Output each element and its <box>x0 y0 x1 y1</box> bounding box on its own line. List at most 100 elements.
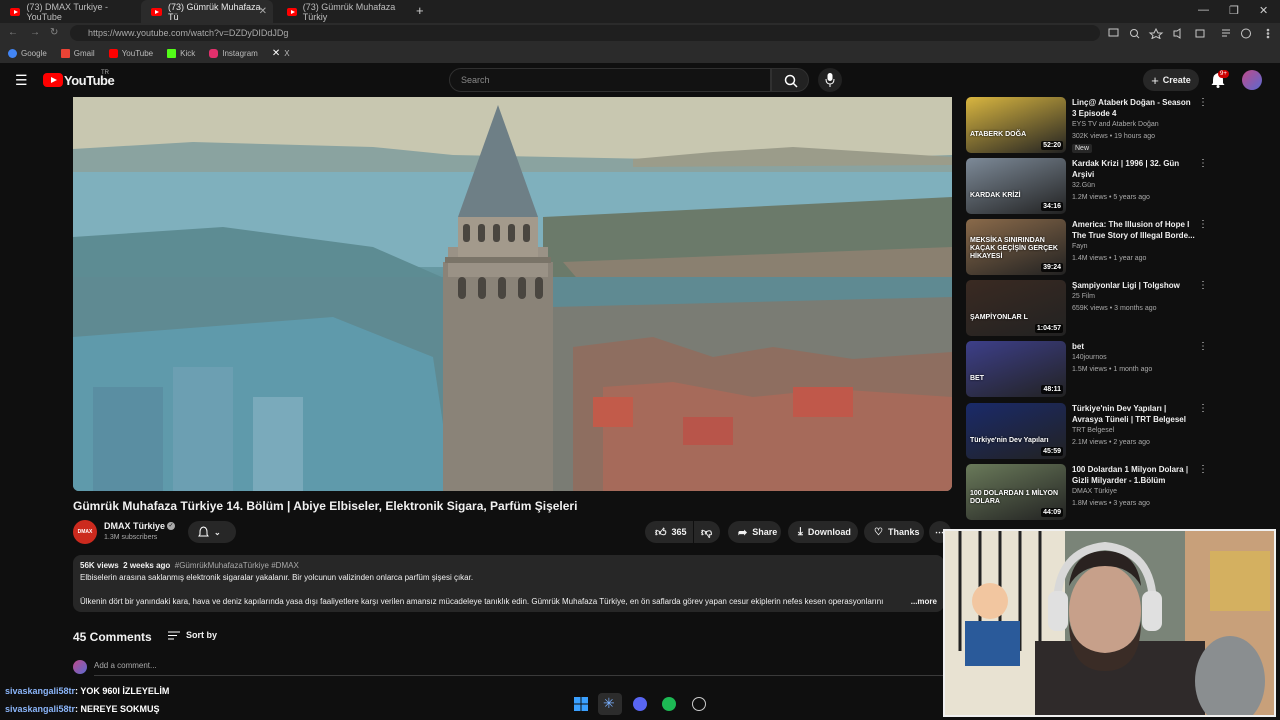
bookmark-label: Instagram <box>222 48 258 58</box>
bookmark-kick[interactable]: Kick <box>167 48 195 58</box>
bookmark-instagram[interactable]: Instagram <box>209 48 258 58</box>
more-vertical-icon[interactable]: ⋮ <box>1198 403 1208 414</box>
dislike-button[interactable]: 👎︎ <box>694 521 720 543</box>
thanks-icon: ♡ <box>874 526 883 538</box>
thanks-button[interactable]: ♡ Thanks <box>864 521 924 543</box>
search-placeholder: Search <box>461 75 490 85</box>
video-thumbnail[interactable]: BET 48:11 <box>966 341 1066 397</box>
close-window-icon[interactable]: ✕ <box>1259 4 1268 17</box>
windows-start-icon[interactable] <box>574 697 588 711</box>
hamburger-menu-icon[interactable]: ☰ <box>15 72 28 89</box>
recommended-channel[interactable]: EYS TV and Ataberk Doğan <box>1072 121 1159 128</box>
channel-avatar[interactable]: DMAX <box>73 520 97 544</box>
search-button[interactable] <box>771 68 809 92</box>
bookmark-youtube[interactable]: YouTube <box>108 48 153 58</box>
recommended-video-title[interactable]: America: The Illusion of Hope I The True… <box>1072 219 1196 241</box>
video-duration: 39:24 <box>1041 263 1063 272</box>
recommended-channel[interactable]: 25 Film <box>1072 293 1095 300</box>
obs-icon[interactable] <box>692 697 706 711</box>
like-count: 365 <box>671 527 687 537</box>
more-vertical-icon[interactable]: ⋮ <box>1198 464 1208 475</box>
video-thumbnail[interactable]: ŞAMPİYONLAR L 1:04:57 <box>966 280 1066 336</box>
recommended-video[interactable]: 100 DOLARDAN 1 MİLYON DOLARA 44:09 100 Dol… <box>966 464 1216 522</box>
more-vertical-icon[interactable]: ⋮ <box>1198 280 1208 291</box>
recommended-channel[interactable]: Fayn <box>1072 243 1088 250</box>
forward-icon[interactable]: → <box>30 27 40 38</box>
tab-gumruk-muhafaza-active[interactable]: (73) Gümrük Muhafaza Tü ✕ <box>141 0 273 23</box>
spotify-icon[interactable] <box>662 697 676 711</box>
recommended-video[interactable]: MEKSİKA SINIRINDAN KAÇAK GEÇİŞİN GERÇEK … <box>966 219 1216 277</box>
back-icon[interactable]: ← <box>8 27 18 38</box>
more-vertical-icon[interactable]: ⋮ <box>1198 341 1208 352</box>
description-box[interactable]: 56K views 2 weeks ago #GümrükMuhafazaTür… <box>73 555 944 612</box>
more-vertical-icon[interactable]: ⋮ <box>1198 158 1208 169</box>
video-duration: 44:09 <box>1041 508 1063 517</box>
recommended-meta: 1.5M views • 1 month ago <box>1072 366 1153 373</box>
recommended-video-title[interactable]: Kardak Krizi | 1996 | 32. Gün Arşivi <box>1072 158 1196 180</box>
recommended-video-title[interactable]: bet <box>1072 341 1196 352</box>
minimize-icon[interactable]: — <box>1198 4 1209 16</box>
url-field[interactable]: https://www.youtube.com/watch?v=DZDyDIDd… <box>70 25 1100 41</box>
add-comment-input[interactable]: Add a comment... <box>94 660 944 676</box>
recommended-video-title[interactable]: Linç@ Ataberk Doğan - Season 3 Episode 4 <box>1072 97 1196 119</box>
sort-comments-button[interactable]: Sort by <box>168 630 217 640</box>
tab-dmax-turkiye[interactable]: (73) DMAX Turkiye - YouTube <box>0 0 140 23</box>
subscription-bell-button[interactable]: ⌄ <box>188 521 236 543</box>
tab-title: (73) Gümrük Muhafaza Tü <box>167 1 261 22</box>
commenter-avatar <box>73 660 87 674</box>
bookmark-gmail[interactable]: Gmail <box>60 48 95 58</box>
recommended-video[interactable]: BET 48:11 bet 140journos 1.5M views • 1 mont… <box>966 341 1216 399</box>
show-more-link[interactable]: ...more <box>906 596 937 608</box>
bookmark-label: Google <box>21 48 47 58</box>
recommended-channel[interactable]: TRT Belgesel <box>1072 427 1114 434</box>
video-thumbnail[interactable]: 100 DOLARDAN 1 MİLYON DOLARA 44:09 <box>966 464 1066 520</box>
upload-age: 2 weeks ago <box>123 561 171 570</box>
maximize-icon[interactable]: ❐ <box>1229 4 1239 17</box>
create-button[interactable]: + Create <box>1143 69 1199 91</box>
chat-text: : NEREYE SOKMUŞ <box>75 704 160 714</box>
recommended-video-title[interactable]: 100 Dolardan 1 Milyon Dolara | Gizli Mil… <box>1072 464 1196 486</box>
video-thumbnail[interactable]: Türkiye'nin Dev Yapıları 45:59 <box>966 403 1066 459</box>
video-duration: 48:11 <box>1041 385 1063 394</box>
recommended-video[interactable]: ATABERK DOĞA 52:20 Linç@ Ataberk Doğan - S… <box>966 97 1216 155</box>
taskbar-app-active[interactable]: ✳ <box>598 693 622 715</box>
youtube-logo-icon[interactable] <box>43 73 63 87</box>
more-vertical-icon[interactable]: ⋮ <box>1198 219 1208 230</box>
avatar[interactable] <box>1242 70 1262 90</box>
bookmark-google[interactable]: Google <box>8 48 47 58</box>
recommended-channel[interactable]: DMAX Türkiye <box>1072 488 1117 495</box>
video-thumbnail[interactable]: KARDAK KRİZİ 34:16 <box>966 158 1066 214</box>
share-button[interactable]: ➦ Share <box>728 521 781 543</box>
more-vertical-icon[interactable]: ⋮ <box>1198 97 1208 108</box>
sort-label: Sort by <box>186 630 218 640</box>
channel-name[interactable]: DMAX Türkiye <box>104 521 165 531</box>
video-thumbnail[interactable]: MEKSİKA SINIRINDAN KAÇAK GEÇİŞİN GERÇEK … <box>966 219 1066 275</box>
download-button[interactable]: ⤓ Download <box>788 521 858 543</box>
video-thumbnail[interactable]: ATABERK DOĞA 52:20 <box>966 97 1066 153</box>
recommended-channel[interactable]: 140journos <box>1072 354 1107 361</box>
discord-icon[interactable] <box>633 697 647 711</box>
instagram-icon <box>209 48 219 58</box>
recommended-video-title[interactable]: Şampiyonlar Ligi | Tolgshow <box>1072 280 1196 291</box>
chevron-down-icon: ⌄ <box>214 527 221 537</box>
bookmark-x[interactable]: ✕ X <box>272 48 290 59</box>
recommended-video[interactable]: ŞAMPİYONLAR L 1:04:57 Şampiyonlar Ligi | T… <box>966 280 1216 338</box>
video-frame-galata-tower <box>73 97 952 491</box>
recommended-channel[interactable]: 32.Gün <box>1072 182 1095 189</box>
voice-search-button[interactable] <box>818 68 842 92</box>
recommended-video[interactable]: KARDAK KRİZİ 34:16 Kardak Krizi | 1996 | 3… <box>966 158 1216 216</box>
bookmark-label: Gmail <box>73 48 95 58</box>
search-input[interactable]: Search <box>449 68 771 92</box>
share-label: Share <box>752 527 778 537</box>
like-button[interactable]: 👍︎ 365 <box>645 521 693 543</box>
recommended-video-title[interactable]: Türkiye'nin Dev Yapıları | Avrasya Tünel… <box>1072 403 1196 425</box>
recommended-video[interactable]: Türkiye'nin Dev Yapıları 45:59 Türkiye'nin… <box>966 403 1216 461</box>
chat-username: sivaskangali58tr <box>5 704 76 714</box>
video-player[interactable] <box>73 97 952 491</box>
hashtags[interactable]: #GümrükMuhafazaTürkiye #DMAX <box>175 561 299 570</box>
tab-gumruk-muhafaza[interactable]: (73) Gümrük Muhafaza Türkiy <box>277 0 409 23</box>
region-code: TR <box>101 70 109 76</box>
new-tab-icon[interactable]: + <box>416 3 424 18</box>
reload-icon[interactable]: ↻ <box>50 27 58 38</box>
close-tab-icon[interactable]: ✕ <box>259 6 267 17</box>
